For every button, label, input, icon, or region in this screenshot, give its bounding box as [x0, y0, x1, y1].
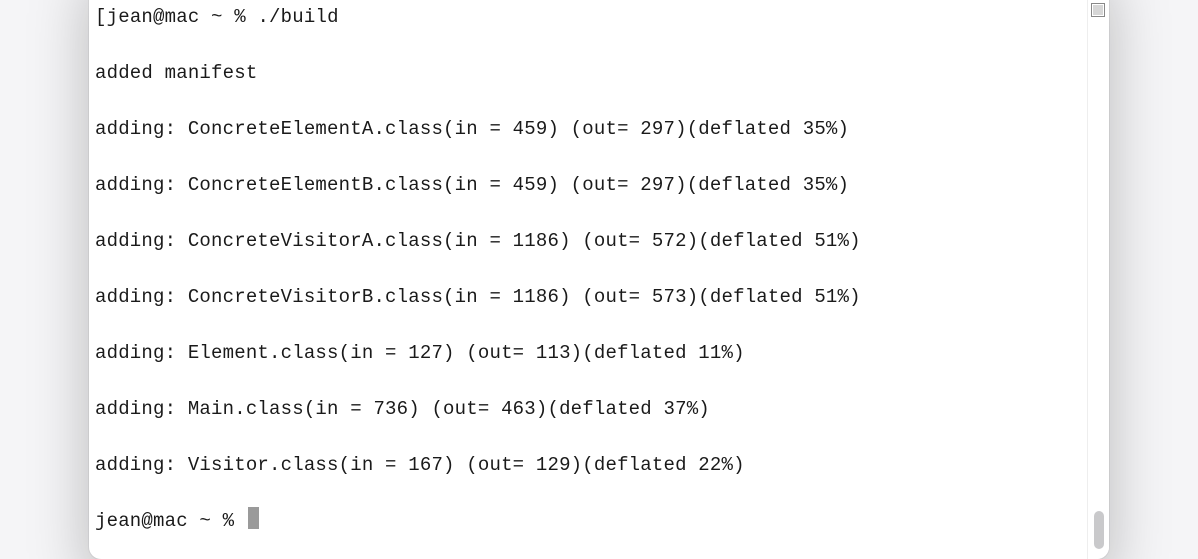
prompt-line: [jean@mac ~ % ./build — [95, 3, 1081, 31]
scrollbar-thumb[interactable] — [1094, 511, 1104, 549]
lbracket: [ — [95, 6, 107, 28]
output-line: adding: ConcreteElementA.class(in = 459)… — [95, 115, 1081, 143]
terminal-pane: [jean@mac ~ % ./build added manifest add… — [89, 0, 1109, 559]
prompt-path: ~ % — [188, 510, 246, 532]
output-line: adding: ConcreteVisitorA.class(in = 1186… — [95, 227, 1081, 255]
prompt-userhost: jean@mac — [107, 6, 200, 28]
output-line: adding: ConcreteElementB.class(in = 459)… — [95, 171, 1081, 199]
prompt-path: ~ % — [199, 6, 257, 28]
prompt-line: jean@mac ~ % — [95, 507, 1081, 535]
terminal-output[interactable]: [jean@mac ~ % ./build added manifest add… — [89, 0, 1087, 559]
output-line: adding: Visitor.class(in = 167) (out= 12… — [95, 451, 1081, 479]
prompt-command: ./build — [257, 6, 338, 28]
terminal-window: Java — -zsh — 70×11 [jean@mac ~ % ./buil… — [89, 0, 1109, 559]
cursor-icon — [248, 507, 259, 529]
output-line: added manifest — [95, 59, 1081, 87]
output-line: adding: Element.class(in = 127) (out= 11… — [95, 339, 1081, 367]
prompt-userhost: jean@mac — [95, 510, 188, 532]
scrollbar-gutter — [1087, 0, 1109, 559]
output-line: adding: Main.class(in = 736) (out= 463)(… — [95, 395, 1081, 423]
alt-screen-indicator-icon[interactable] — [1091, 3, 1105, 17]
output-line: adding: ConcreteVisitorB.class(in = 1186… — [95, 283, 1081, 311]
